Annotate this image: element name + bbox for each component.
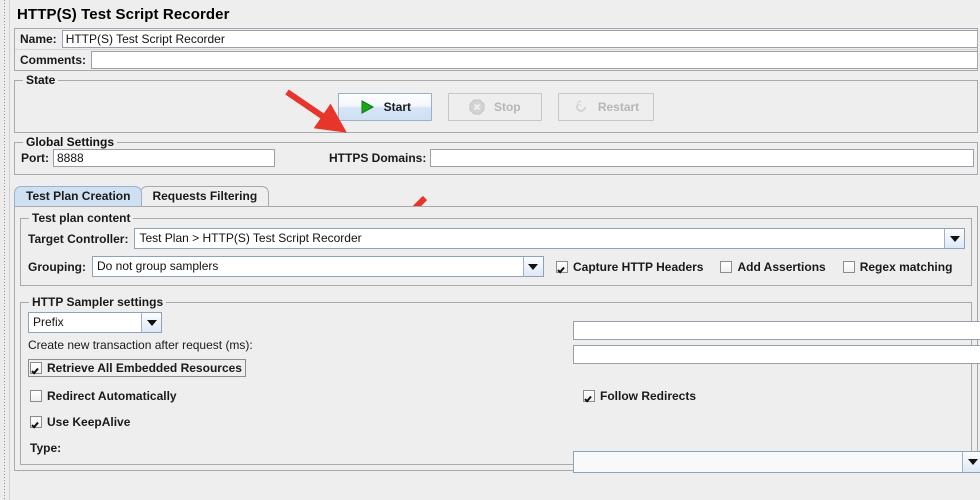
type-value — [574, 452, 962, 472]
regex-matching-label: Regex matching — [859, 259, 953, 274]
capture-http-headers-checkbox[interactable]: Capture HTTP Headers — [555, 259, 704, 274]
add-assertions-label: Add Assertions — [737, 259, 826, 274]
checkbox-box — [30, 362, 42, 374]
checkbox-box — [583, 390, 595, 402]
grouping-row: Grouping: Do not group samplers Capture … — [21, 249, 971, 285]
use-keepalive-label: Use KeepAlive — [47, 415, 131, 429]
split-pane-divider-dots — [4, 0, 5, 500]
redirect-automatically-label: Redirect Automatically — [47, 389, 177, 403]
chevron-down-icon[interactable] — [522, 257, 543, 276]
split-pane-divider[interactable] — [0, 0, 10, 500]
capture-http-headers-label: Capture HTTP Headers — [572, 259, 704, 274]
chevron-down-icon[interactable] — [944, 229, 964, 248]
global-settings-group-title: Global Settings — [23, 135, 118, 149]
test-plan-content-group: Test plan content Target Controller: Tes… — [20, 211, 972, 286]
use-keepalive-checkbox[interactable]: Use KeepAlive — [30, 415, 130, 429]
type-combo[interactable] — [573, 451, 980, 473]
comments-row: Comments: — [15, 49, 977, 70]
tab-test-plan-creation[interactable]: Test Plan Creation — [14, 186, 143, 206]
tab-requests-filtering[interactable]: Requests Filtering — [140, 186, 270, 206]
checkbox-box — [720, 260, 733, 273]
start-button[interactable]: Start — [337, 93, 432, 121]
state-group-title: State — [23, 73, 59, 87]
redirect-automatically-checkbox[interactable]: Redirect Automatically — [30, 389, 177, 403]
use-keepalive-row: Use KeepAlive — [30, 415, 971, 431]
target-controller-value: Test Plan > HTTP(S) Test Script Recorder — [135, 229, 944, 248]
stop-button-label: Stop — [493, 100, 521, 114]
grouping-label: Grouping: — [28, 259, 86, 274]
transaction-row: Create new transaction after request (ms… — [21, 338, 980, 364]
stop-button[interactable]: Stop — [447, 93, 542, 121]
chevron-down-icon[interactable] — [962, 452, 980, 472]
state-group: State Start Stop Restart — [14, 73, 978, 133]
global-settings-row: Port: HTTPS Domains: — [15, 143, 977, 174]
prefix-combo[interactable]: Prefix — [28, 312, 162, 333]
comments-input[interactable] — [91, 51, 977, 69]
transaction-input[interactable] — [573, 345, 980, 364]
prefix-value: Prefix — [29, 313, 141, 332]
tab-strip: Test Plan Creation Requests Filtering — [14, 185, 978, 206]
retrieve-all-embedded-resources-label: Retrieve All Embedded Resources — [47, 361, 242, 375]
https-domains-input[interactable] — [430, 149, 974, 167]
follow-redirects-row: Follow Redirects — [583, 389, 696, 405]
start-button-label: Start — [383, 100, 411, 114]
name-comments-panel: Name: Comments: — [14, 28, 978, 71]
http-sampler-settings-group: HTTP Sampler settings Prefix Create new … — [20, 295, 980, 473]
checkbox-box — [555, 260, 568, 273]
state-button-row: Start Stop Restart — [15, 81, 977, 132]
play-icon — [359, 99, 375, 115]
redirect-automatically-row: Redirect Automatically — [30, 389, 971, 405]
type-label: Type: — [30, 441, 62, 455]
name-input[interactable] — [61, 30, 977, 48]
follow-redirects-checkbox[interactable]: Follow Redirects — [583, 389, 696, 403]
port-label: Port: — [21, 151, 49, 165]
regex-matching-checkbox[interactable]: Regex matching — [842, 259, 953, 274]
restart-arrow-icon — [573, 99, 589, 115]
name-label: Name: — [20, 32, 57, 46]
chevron-down-icon[interactable] — [141, 313, 161, 332]
checkbox-box — [842, 260, 855, 273]
prefix-text-input[interactable] — [573, 321, 980, 340]
tab-panel-body: Test plan content Target Controller: Tes… — [14, 206, 980, 473]
target-controller-row: Target Controller: Test Plan > HTTP(S) T… — [21, 219, 971, 249]
page-title: HTTP(S) Test Script Recorder — [17, 6, 230, 23]
target-controller-combo[interactable]: Test Plan > HTTP(S) Test Script Recorder — [134, 228, 965, 249]
restart-button-label: Restart — [597, 100, 640, 114]
grouping-combo[interactable]: Do not group samplers — [91, 256, 544, 277]
test-plan-content-title: Test plan content — [29, 211, 134, 225]
stop-octagon-icon — [469, 99, 485, 115]
grouping-value: Do not group samplers — [92, 257, 523, 276]
comments-label: Comments: — [20, 53, 87, 67]
retrieve-all-embedded-resources-checkbox[interactable]: Retrieve All Embedded Resources — [28, 359, 246, 377]
checkbox-box — [30, 416, 42, 428]
add-assertions-checkbox[interactable]: Add Assertions — [720, 259, 826, 274]
name-row: Name: — [15, 29, 977, 49]
global-settings-group: Global Settings Port: HTTPS Domains: — [14, 135, 978, 175]
restart-button[interactable]: Restart — [557, 93, 655, 121]
https-domains-label: HTTPS Domains: — [329, 151, 427, 165]
http-sampler-settings-title: HTTP Sampler settings — [29, 295, 167, 309]
follow-redirects-label: Follow Redirects — [600, 389, 697, 403]
checkbox-box — [30, 390, 42, 402]
capture-options-strip: Capture HTTP Headers Add Assertions Rege… — [555, 259, 953, 274]
target-controller-label: Target Controller: — [28, 231, 129, 246]
port-input[interactable] — [53, 149, 275, 167]
